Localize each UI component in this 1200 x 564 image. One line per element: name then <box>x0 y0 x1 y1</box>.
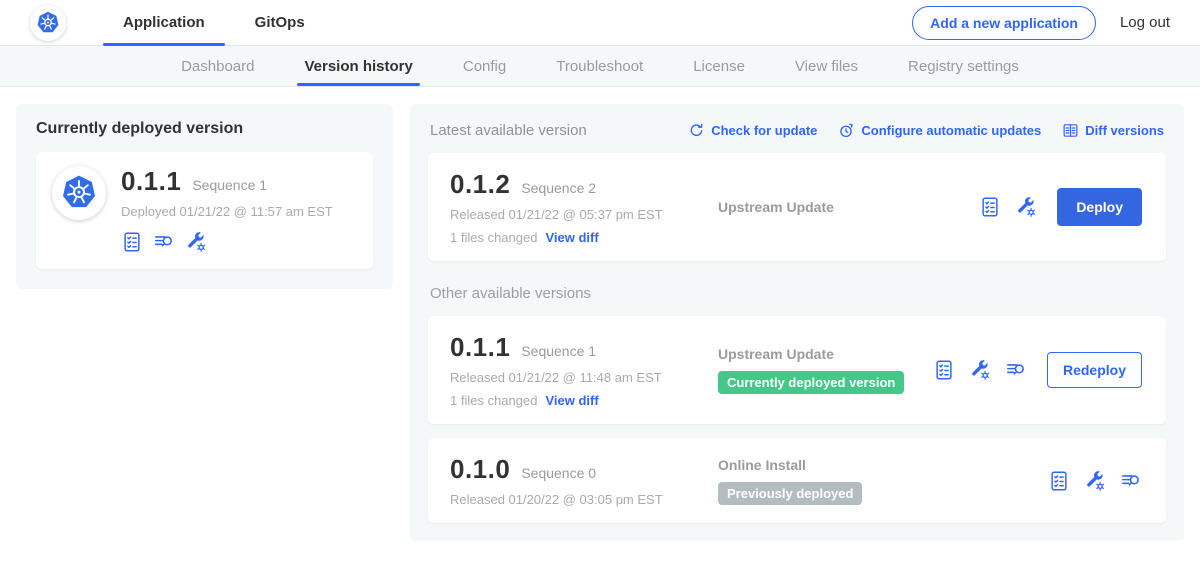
view-diff-link[interactable]: View diff <box>545 230 598 245</box>
latest-available-title: Latest available version <box>430 122 587 139</box>
sequence-label: Sequence 2 <box>521 180 596 196</box>
check-for-update-label: Check for update <box>711 123 817 138</box>
version-history-panel: Latest available version Check for updat… <box>410 104 1184 541</box>
configure-automatic-updates-label: Configure automatic updates <box>861 123 1041 138</box>
configure-automatic-updates-link[interactable]: Configure automatic updates <box>838 122 1041 139</box>
version-row-actions <box>1048 470 1144 492</box>
currently-deployed-badge: Currently deployed version <box>718 371 904 394</box>
preflight-checks-icon[interactable] <box>121 231 143 253</box>
tab-troubleshoot-label: Troubleshoot <box>556 58 643 75</box>
released-timestamp: Released 01/21/22 @ 11:48 am EST <box>450 370 698 385</box>
tab-license[interactable]: License <box>668 46 770 86</box>
tab-dashboard-label: Dashboard <box>181 58 254 75</box>
preflight-checks-icon[interactable] <box>979 196 1001 218</box>
files-changed-label: 1 files changed <box>450 393 537 408</box>
files-changed-label: 1 files changed <box>450 230 537 245</box>
deploy-logs-icon[interactable] <box>153 231 175 253</box>
add-application-button[interactable]: Add a new application <box>912 6 1096 40</box>
kubernetes-app-icon <box>52 166 106 220</box>
source-label: Upstream Update <box>718 199 979 215</box>
version-row-info: 0.1.1 Sequence 1 Released 01/21/22 @ 11:… <box>450 332 698 408</box>
diff-icon <box>1062 122 1079 139</box>
deployed-timestamp: Deployed 01/21/22 @ 11:57 am EST <box>121 204 333 219</box>
other-versions-title: Other available versions <box>430 285 1166 302</box>
tab-gitops-label: GitOps <box>255 14 305 31</box>
header-right: Add a new application Log out <box>912 6 1170 40</box>
currently-deployed-panel: Currently deployed version <box>16 104 393 289</box>
deployed-version-card: 0.1.1 Sequence 1 Deployed 01/21/22 @ 11:… <box>36 152 373 269</box>
deployed-version-number: 0.1.1 <box>121 166 181 197</box>
source-label: Online Install <box>718 457 1048 473</box>
diff-versions-link[interactable]: Diff versions <box>1062 122 1164 139</box>
version-row-source: Upstream Update <box>698 199 979 215</box>
deployed-panel-title: Currently deployed version <box>36 120 373 138</box>
tab-gitops[interactable]: GitOps <box>239 0 321 46</box>
edit-config-icon[interactable] <box>969 359 991 381</box>
released-timestamp: Released 01/20/22 @ 03:05 pm EST <box>450 492 698 507</box>
sequence-label: Sequence 1 <box>521 343 596 359</box>
version-row-actions: Deploy <box>979 188 1144 226</box>
tab-view-files-label: View files <box>795 58 858 75</box>
preflight-checks-icon[interactable] <box>933 359 955 381</box>
deployed-sequence-label: Sequence 1 <box>192 177 267 193</box>
version-row-source: Online Install Previously deployed <box>698 457 1048 505</box>
kubernetes-logo <box>30 5 66 41</box>
version-row: 0.1.1 Sequence 1 Released 01/21/22 @ 11:… <box>428 316 1166 424</box>
edit-config-icon[interactable] <box>1015 196 1037 218</box>
version-number: 0.1.2 <box>450 169 510 200</box>
tab-config-label: Config <box>463 58 506 75</box>
edit-config-icon[interactable] <box>185 231 207 253</box>
tab-registry-settings[interactable]: Registry settings <box>883 46 1044 86</box>
version-row-source: Upstream Update Currently deployed versi… <box>698 346 933 394</box>
tab-application[interactable]: Application <box>107 0 221 46</box>
versions-header: Latest available version Check for updat… <box>428 120 1166 139</box>
view-diff-link[interactable]: View diff <box>545 393 598 408</box>
deploy-button[interactable]: Deploy <box>1057 188 1142 226</box>
version-actions: Check for update Configure automatic upd… <box>688 122 1164 139</box>
main-content: Currently deployed version <box>0 87 1200 558</box>
version-row: 0.1.2 Sequence 2 Released 01/21/22 @ 05:… <box>428 153 1166 261</box>
version-number: 0.1.1 <box>450 332 510 363</box>
schedule-icon <box>838 122 855 139</box>
sequence-label: Sequence 0 <box>521 465 596 481</box>
tab-license-label: License <box>693 58 745 75</box>
previously-deployed-badge: Previously deployed <box>718 482 862 505</box>
logout-link[interactable]: Log out <box>1120 14 1170 31</box>
tab-version-history[interactable]: Version history <box>279 46 437 86</box>
app-subnav: Dashboard Version history Config Trouble… <box>0 46 1200 87</box>
source-label: Upstream Update <box>718 346 933 362</box>
deployed-version-info: 0.1.1 Sequence 1 Deployed 01/21/22 @ 11:… <box>121 166 333 253</box>
version-number: 0.1.0 <box>450 454 510 485</box>
tab-registry-settings-label: Registry settings <box>908 58 1019 75</box>
version-row-info: 0.1.0 Sequence 0 Released 01/20/22 @ 03:… <box>450 454 698 507</box>
tab-troubleshoot[interactable]: Troubleshoot <box>531 46 668 86</box>
tab-version-history-label: Version history <box>304 58 412 75</box>
version-row-info: 0.1.2 Sequence 2 Released 01/21/22 @ 05:… <box>450 169 698 245</box>
check-for-update-link[interactable]: Check for update <box>688 122 817 139</box>
app-header: Application GitOps Add a new application… <box>0 0 1200 46</box>
primary-tabs: Application GitOps <box>98 0 330 46</box>
diff-versions-label: Diff versions <box>1085 123 1164 138</box>
version-row-actions: Redeploy <box>933 352 1144 388</box>
refresh-icon <box>688 122 705 139</box>
deploy-logs-icon[interactable] <box>1005 359 1027 381</box>
tab-dashboard[interactable]: Dashboard <box>156 46 279 86</box>
tab-view-files[interactable]: View files <box>770 46 883 86</box>
edit-config-icon[interactable] <box>1084 470 1106 492</box>
preflight-checks-icon[interactable] <box>1048 470 1070 492</box>
released-timestamp: Released 01/21/22 @ 05:37 pm EST <box>450 207 698 222</box>
tab-config[interactable]: Config <box>438 46 531 86</box>
deploy-logs-icon[interactable] <box>1120 470 1142 492</box>
version-row: 0.1.0 Sequence 0 Released 01/20/22 @ 03:… <box>428 438 1166 523</box>
redeploy-button[interactable]: Redeploy <box>1047 352 1142 388</box>
tab-application-label: Application <box>123 14 205 31</box>
